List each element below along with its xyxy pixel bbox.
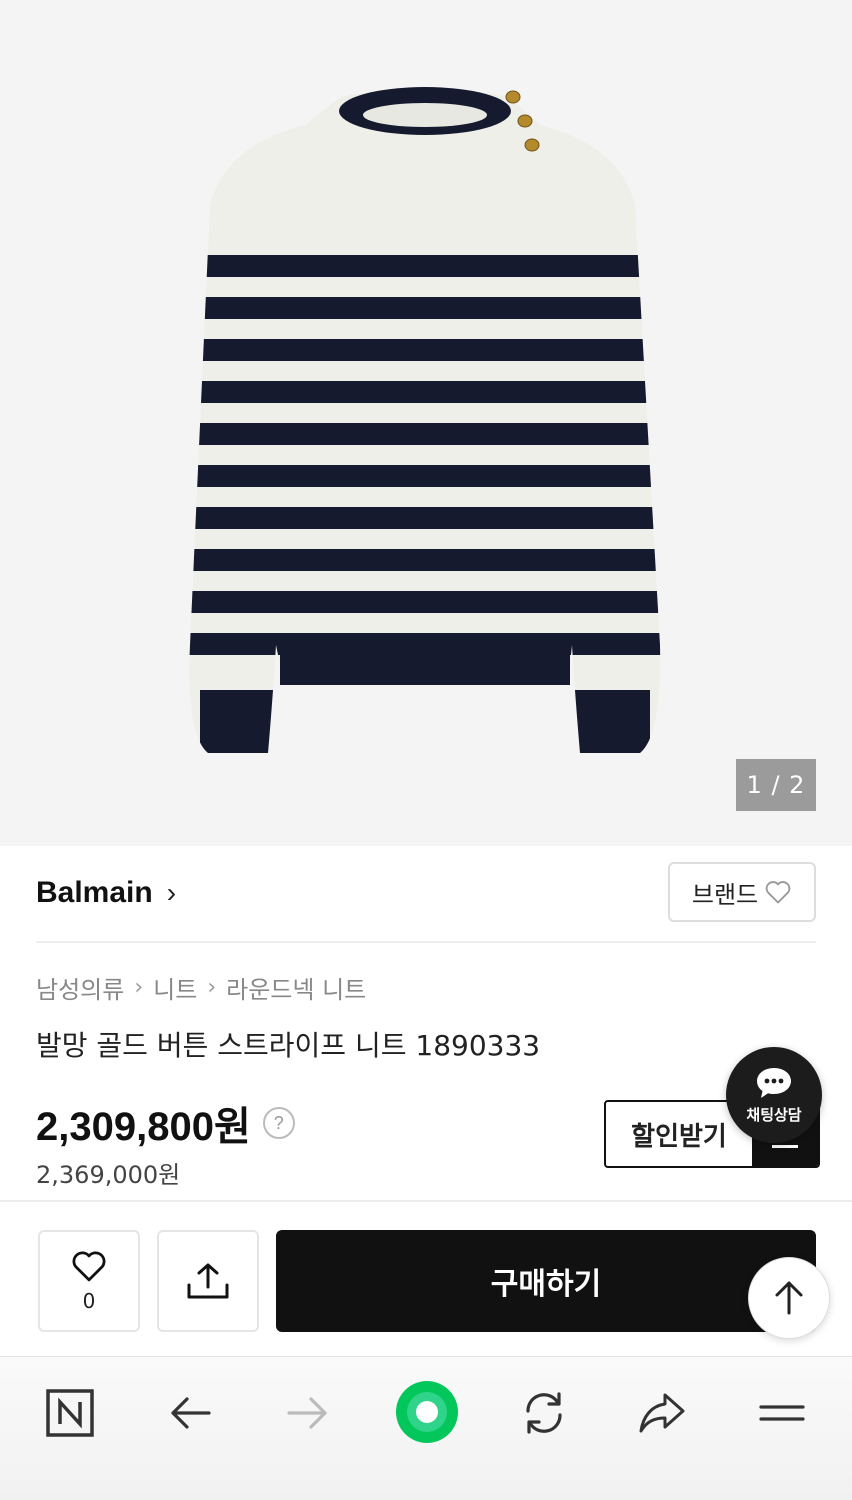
green-dot-icon: [396, 1381, 458, 1443]
breadcrumb-item[interactable]: 남성의류: [36, 970, 124, 1005]
section-divider: [36, 941, 816, 943]
sale-price: 2,309,800원: [36, 1105, 251, 1149]
heart-outline-icon: [765, 881, 791, 904]
brand-name: Balmain: [36, 876, 153, 909]
product-image-gallery[interactable]: 1 / 2: [0, 0, 852, 846]
heart-outline-icon: [72, 1251, 106, 1282]
chevron-right-icon: ›: [207, 975, 217, 1000]
naver-home-button[interactable]: [40, 1383, 100, 1443]
browser-navigation-bar: [0, 1356, 852, 1500]
hamburger-menu-icon: [759, 1405, 805, 1421]
share-arrow-icon: [639, 1393, 685, 1433]
share-forward-button[interactable]: [632, 1383, 692, 1443]
breadcrumb-item[interactable]: 라운드넥 니트: [226, 970, 366, 1005]
purchase-action-bar: 0 구매하기: [0, 1200, 852, 1356]
breadcrumb-item[interactable]: 니트: [153, 970, 197, 1005]
arrow-left-icon: [171, 1397, 211, 1429]
product-image: [189, 87, 661, 753]
green-dot-button[interactable]: [394, 1379, 460, 1445]
original-price: 2,369,000원: [36, 1161, 181, 1189]
refresh-icon: [526, 1392, 562, 1434]
like-count: 0: [82, 1289, 96, 1313]
share-upload-icon: [187, 1263, 229, 1299]
chat-bubble-icon: [757, 1067, 791, 1098]
image-page-indicator: 1 / 2: [736, 759, 816, 811]
scroll-to-top-button[interactable]: [748, 1257, 830, 1339]
breadcrumb: 남성의류 › 니트 › 라운드넥 니트: [36, 970, 366, 1005]
back-button[interactable]: [160, 1383, 220, 1443]
share-button[interactable]: [157, 1230, 259, 1332]
chat-label: 채팅상담: [746, 1105, 802, 1124]
price-row: 2,309,800원 ?: [36, 1094, 295, 1152]
chevron-right-icon: ›: [134, 975, 144, 1000]
brand-favorite-button[interactable]: 브랜드: [668, 862, 816, 922]
arrow-right-icon: [287, 1397, 327, 1429]
like-button[interactable]: 0: [38, 1230, 140, 1332]
naver-n-icon: [46, 1389, 94, 1437]
product-title: 발망 골드 버튼 스트라이프 니트 1890333: [36, 1029, 541, 1062]
refresh-button[interactable]: [514, 1383, 574, 1443]
brand-link[interactable]: Balmain ›: [36, 876, 176, 910]
brand-button-label: 브랜드: [691, 880, 759, 909]
question-mark-icon[interactable]: ?: [262, 1107, 295, 1139]
arrow-up-icon: [775, 1281, 803, 1315]
menu-button[interactable]: [752, 1383, 812, 1443]
buy-button[interactable]: 구매하기: [276, 1230, 816, 1332]
forward-button[interactable]: [278, 1383, 338, 1443]
chat-consult-button[interactable]: 채팅상담: [726, 1047, 822, 1143]
brand-row: Balmain › 브랜드: [36, 862, 816, 924]
chevron-right-icon: ›: [166, 877, 177, 908]
